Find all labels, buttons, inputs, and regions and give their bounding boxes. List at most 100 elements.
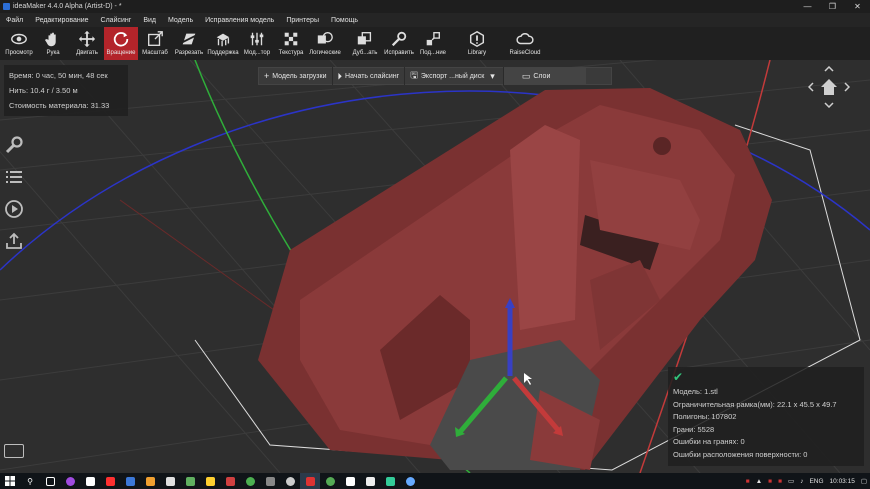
tray-icon-4[interactable]: ■ — [775, 478, 785, 485]
app-icon-14 — [345, 476, 355, 486]
upload-side-button[interactable] — [3, 230, 25, 252]
input-language[interactable]: ENG — [806, 478, 826, 485]
tool-rotate[interactable]: Вращение — [104, 27, 138, 60]
play-icon: ⏵ — [337, 70, 343, 81]
tray-icon-3[interactable]: ■ — [765, 478, 775, 485]
save-icon: 🖫 — [410, 70, 418, 80]
taskbar-app-2[interactable] — [80, 473, 100, 489]
menu-model-repair[interactable]: Исправления модель — [199, 17, 280, 24]
eye-icon — [11, 33, 27, 45]
play-side-button[interactable] — [3, 198, 25, 220]
tool-boolean[interactable]: Логические — [308, 27, 342, 60]
tray-icon-1[interactable]: ■ — [743, 478, 753, 485]
taskbar-app-11[interactable] — [260, 473, 280, 489]
layers-button[interactable]: ▭ Слои — [503, 67, 586, 85]
app-icon-1 — [65, 476, 75, 486]
taskbar-app-5[interactable] — [140, 473, 160, 489]
start-slicing-button[interactable]: ⏵ Начать слайсинг — [333, 67, 406, 85]
app-icon-10 — [245, 476, 255, 486]
boolean-icon — [317, 32, 333, 44]
tool-library[interactable]: Library — [456, 27, 498, 60]
system-tray: ■ ▲ ■ ■ ▭ ♪ ENG 10:03:15 ▢ — [743, 473, 870, 489]
menu-bar: Файл Редактирование Слайсинг Вид Модель … — [0, 13, 870, 27]
taskbar-app-16[interactable] — [380, 473, 400, 489]
tool-repair[interactable]: Исправить — [382, 27, 416, 60]
app-icon-9 — [225, 476, 235, 486]
tray-icon-2[interactable]: ▲ — [753, 478, 765, 485]
keyboard-icon[interactable] — [4, 444, 24, 458]
taskbar-app-7[interactable] — [180, 473, 200, 489]
taskbar-app-15[interactable] — [360, 473, 380, 489]
hand-icon — [44, 32, 56, 47]
upload-icon — [6, 232, 22, 249]
tool-texture[interactable]: Текстура — [274, 27, 308, 60]
taskbar-app-13[interactable] — [320, 473, 340, 489]
app-icon-5 — [145, 476, 155, 486]
menu-edit[interactable]: Редактирование — [29, 17, 94, 24]
maximize-button[interactable]: ❐ — [820, 0, 845, 13]
menu-file[interactable]: Файл — [0, 17, 29, 24]
close-button[interactable]: ✕ — [845, 0, 870, 13]
main-toolbar: Просмотр Рука Двигать Вращение Масштаб Р… — [0, 27, 870, 60]
taskbar-app-ideamaker[interactable] — [300, 473, 320, 489]
repair-icon — [391, 31, 407, 47]
menu-help[interactable]: Помощь — [325, 17, 364, 24]
connect-icon — [426, 32, 440, 46]
polygon-count: Полигоны: 107802 — [673, 412, 737, 421]
taskbar-app-10[interactable] — [240, 473, 260, 489]
model-info-panel: ✔ Модель: 1.stl Ограничительная рамка(мм… — [668, 367, 864, 466]
app-icon-15 — [365, 476, 375, 486]
taskbar-app-4[interactable] — [120, 473, 140, 489]
plus-icon: + — [264, 71, 270, 81]
tool-label: Текстура — [278, 50, 304, 56]
search-icon: ⚲ — [27, 476, 33, 486]
taskbar-app-3[interactable] — [100, 473, 120, 489]
taskbar-app-6[interactable] — [160, 473, 180, 489]
notifications-icon[interactable]: ▢ — [858, 477, 870, 485]
tool-label: Дуб...ать — [352, 50, 378, 56]
wrench-side-button[interactable] — [3, 134, 25, 156]
taskbar-app-9[interactable] — [220, 473, 240, 489]
tool-support[interactable]: Поддержка — [206, 27, 240, 60]
taskbar-app-8[interactable] — [200, 473, 220, 489]
tool-label: Логические — [309, 50, 341, 56]
tool-scale[interactable]: Масштаб — [138, 27, 172, 60]
task-view-button[interactable] — [40, 473, 60, 489]
tray-icon-6[interactable]: ♪ — [797, 478, 806, 485]
tool-cut[interactable]: Разрезать — [172, 27, 206, 60]
wrench-icon — [5, 136, 23, 154]
list-icon — [6, 171, 22, 183]
dropdown-arrow-icon[interactable]: ▾ — [490, 71, 495, 82]
load-model-button[interactable]: + Модель загрузки — [259, 67, 333, 85]
tool-modifier[interactable]: Мод...тор — [240, 27, 274, 60]
menu-model[interactable]: Модель — [162, 17, 199, 24]
camera-control[interactable] — [807, 65, 851, 109]
start-button[interactable] — [0, 473, 20, 489]
taskbar-app-12[interactable] — [280, 473, 300, 489]
search-button[interactable]: ⚲ — [20, 473, 40, 489]
tool-label: RaiseCloud — [509, 50, 541, 56]
menu-printers[interactable]: Принтеры — [280, 17, 325, 24]
tool-raisecloud[interactable]: RaiseCloud — [504, 27, 546, 60]
tool-preview[interactable]: Просмотр — [2, 27, 36, 60]
menu-slicing[interactable]: Слайсинг — [95, 17, 138, 24]
tool-hand[interactable]: Рука — [36, 27, 70, 60]
export-button[interactable]: 🖫 Экспорт ...ный диск ▾ — [405, 67, 504, 85]
material-cost: Стоимость материала: 31.33 — [9, 101, 110, 110]
list-side-button[interactable] — [3, 166, 25, 188]
app-icon-ideamaker — [305, 476, 315, 486]
layers-label: Слои — [533, 72, 551, 80]
taskbar-app-17[interactable] — [400, 473, 420, 489]
menu-view[interactable]: Вид — [137, 17, 162, 24]
tool-duplicate[interactable]: Дуб...ать — [348, 27, 382, 60]
tool-move[interactable]: Двигать — [70, 27, 104, 60]
load-model-label: Модель загрузки — [272, 72, 327, 80]
layers-icon: ▭ — [521, 70, 531, 81]
home-view-icon[interactable] — [807, 65, 851, 109]
clock[interactable]: 10:03:15 — [827, 478, 858, 485]
minimize-button[interactable]: — — [795, 0, 820, 13]
tray-icon-5[interactable]: ▭ — [785, 477, 797, 485]
tool-connect[interactable]: Под...ние — [416, 27, 450, 60]
taskbar-app-14[interactable] — [340, 473, 360, 489]
taskbar-app-1[interactable] — [60, 473, 80, 489]
